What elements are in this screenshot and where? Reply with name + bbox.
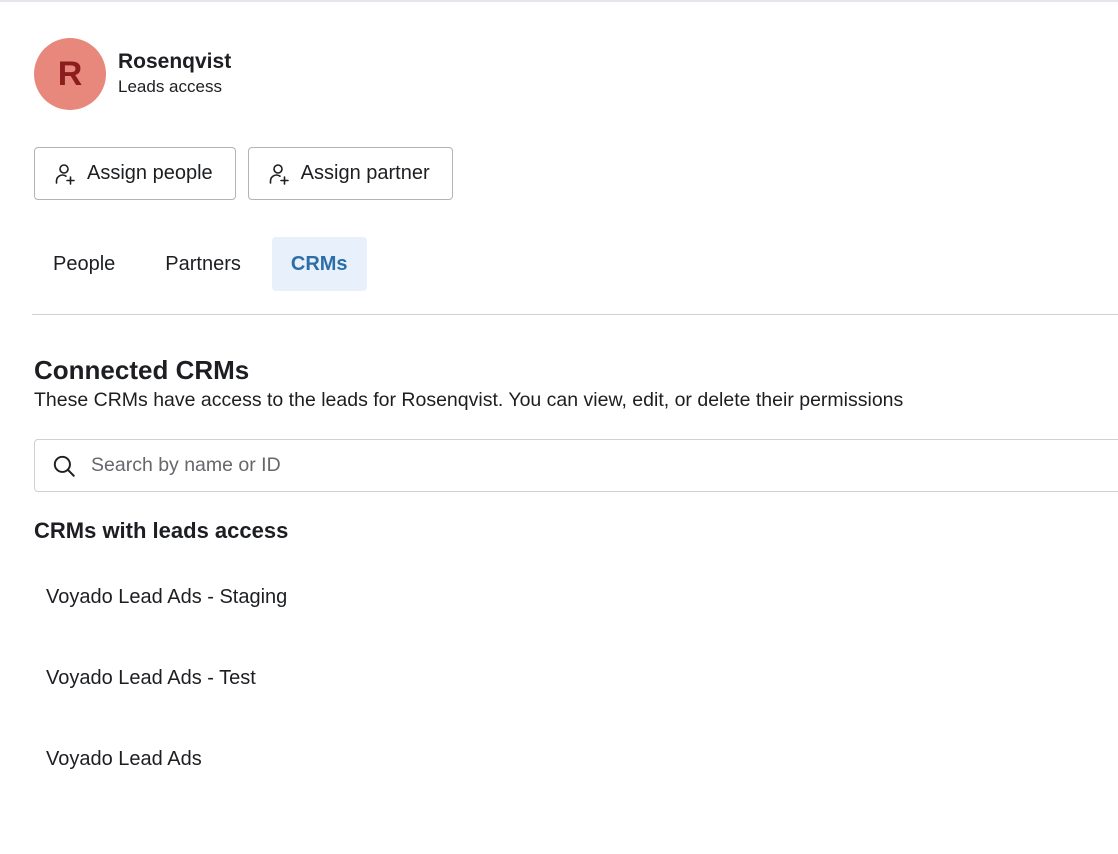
tab-partners[interactable]: Partners bbox=[146, 237, 260, 291]
list-item[interactable]: Voyado Lead Ads - Test bbox=[34, 651, 634, 732]
tab-bar: People Partners CRMs bbox=[34, 237, 379, 291]
account-subtitle: Leads access bbox=[118, 77, 222, 96]
avatar-initial: R bbox=[57, 54, 83, 93]
assign-partner-button[interactable]: Assign partner bbox=[247, 147, 453, 200]
crm-list: Voyado Lead Ads - Staging Voyado Lead Ad… bbox=[34, 570, 634, 813]
search-box bbox=[34, 439, 1118, 492]
tab-label: Partners bbox=[165, 252, 241, 275]
tab-label: People bbox=[53, 252, 116, 275]
avatar: R bbox=[34, 38, 106, 110]
search-input[interactable] bbox=[89, 453, 993, 478]
tab-label: CRMs bbox=[290, 252, 348, 275]
assign-people-label: Assign people bbox=[87, 162, 213, 184]
account-header: R Rosenqvist Leads access bbox=[34, 38, 231, 110]
page: R Rosenqvist Leads access Assign people … bbox=[0, 0, 1118, 854]
tab-divider bbox=[32, 314, 1118, 315]
tab-people[interactable]: People bbox=[34, 237, 134, 291]
list-item[interactable]: Voyado Lead Ads - Staging bbox=[34, 570, 634, 651]
assign-people-button[interactable]: Assign people bbox=[34, 147, 236, 200]
section-description: These CRMs have access to the leads for … bbox=[34, 389, 904, 411]
section-title: Connected CRMs bbox=[34, 355, 250, 385]
assign-partner-label: Assign partner bbox=[300, 162, 430, 184]
search-icon bbox=[53, 455, 75, 477]
list-title: CRMs with leads access bbox=[34, 518, 289, 543]
tab-crms[interactable]: CRMs bbox=[271, 237, 367, 291]
account-name: Rosenqvist bbox=[118, 50, 232, 73]
add-person-icon bbox=[55, 163, 75, 185]
list-item[interactable]: Voyado Lead Ads bbox=[34, 732, 634, 813]
action-buttons: Assign people Assign partner bbox=[34, 147, 465, 200]
account-header-text: Rosenqvist Leads access bbox=[118, 49, 231, 99]
add-person-icon bbox=[269, 163, 289, 185]
